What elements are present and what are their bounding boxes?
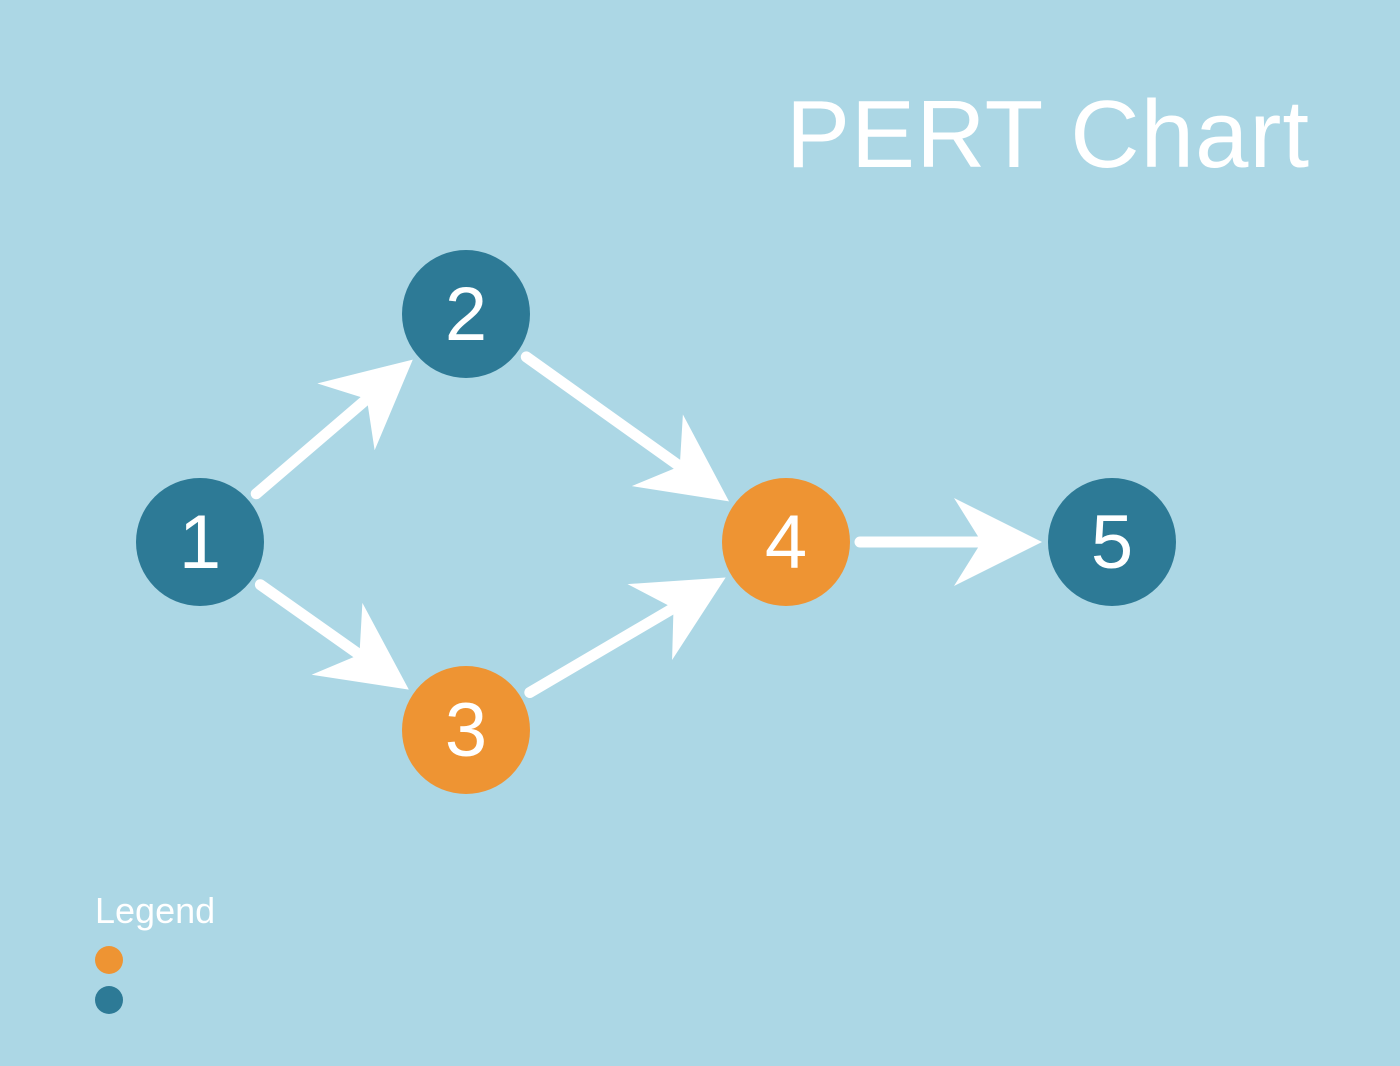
node-3: 3 (402, 666, 530, 794)
edge-1-3 (260, 585, 391, 677)
legend-swatch-orange (95, 946, 123, 974)
legend-title: Legend (95, 890, 215, 932)
node-label: 5 (1091, 499, 1133, 586)
legend-swatch-teal (95, 986, 123, 1014)
edge-2-4 (526, 357, 711, 489)
node-label: 2 (445, 271, 487, 358)
legend: Legend (95, 890, 215, 1026)
node-5: 5 (1048, 478, 1176, 606)
edge-1-2 (256, 374, 396, 494)
node-4: 4 (722, 478, 850, 606)
edge-3-4 (530, 589, 707, 693)
node-2: 2 (402, 250, 530, 378)
node-label: 3 (445, 687, 487, 774)
node-label: 1 (179, 499, 221, 586)
node-1: 1 (136, 478, 264, 606)
node-label: 4 (765, 499, 807, 586)
